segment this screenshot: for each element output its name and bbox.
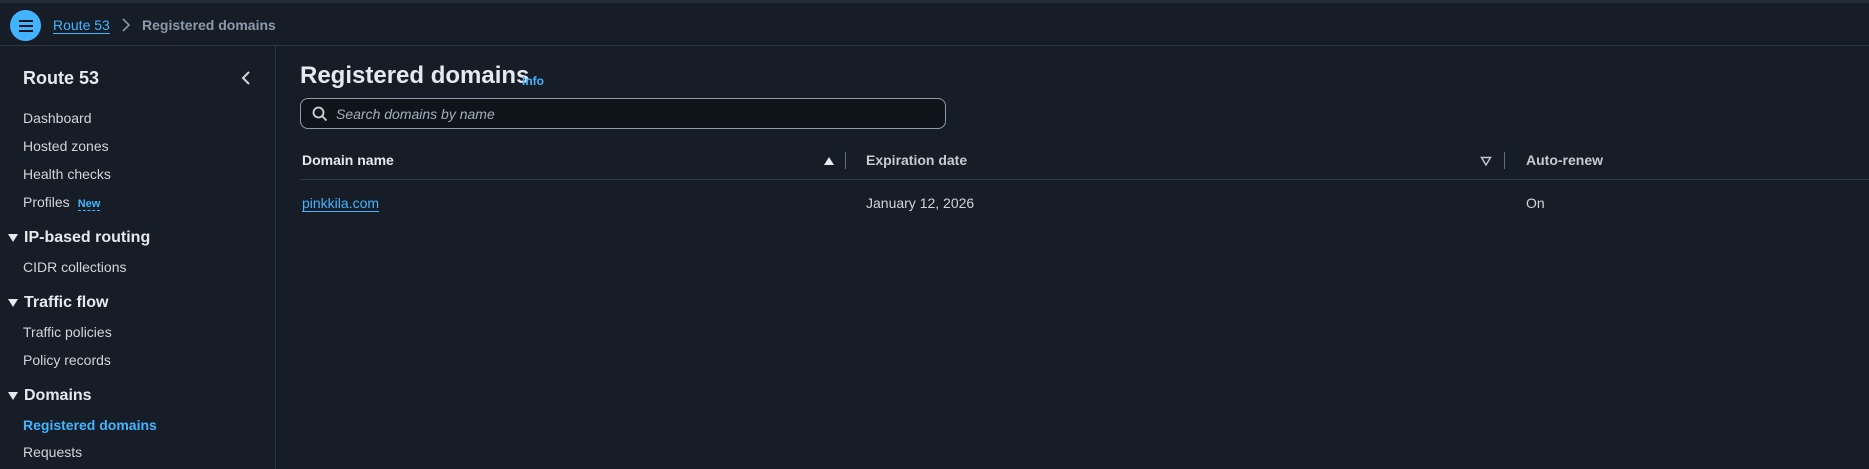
hamburger-menu-icon xyxy=(18,19,33,32)
expiration-date-cell: January 12, 2026 xyxy=(866,195,975,211)
sidebar-item-dashboard[interactable]: Dashboard xyxy=(23,110,92,126)
sidebar-title: Route 53 xyxy=(23,68,100,88)
menu-button[interactable] xyxy=(10,10,41,41)
sidebar-item-registered-domains[interactable]: Registered domains xyxy=(23,417,157,433)
caret-down-icon xyxy=(8,392,18,400)
section-label: Traffic flow xyxy=(24,294,109,311)
sidebar: Route 53 Dashboard Hosted zones Health c… xyxy=(0,46,276,469)
chevron-left-icon xyxy=(241,71,250,85)
sidebar-item-traffic-policies[interactable]: Traffic policies xyxy=(23,324,112,340)
column-header-domain-name[interactable]: Domain name xyxy=(302,152,394,168)
chevron-right-icon xyxy=(122,18,131,32)
new-badge: New xyxy=(77,198,101,211)
section-label: Domains xyxy=(24,387,92,404)
column-divider[interactable] xyxy=(845,152,846,169)
collapse-sidebar-button[interactable] xyxy=(236,66,256,90)
column-divider[interactable] xyxy=(1504,152,1505,169)
sidebar-item-hosted-zones[interactable]: Hosted zones xyxy=(23,138,109,154)
page-title: Registered domains xyxy=(300,62,530,89)
table-header-divider xyxy=(300,179,1869,180)
info-link[interactable]: Info xyxy=(522,74,544,88)
column-header-auto-renew[interactable]: Auto-renew xyxy=(1526,152,1603,168)
sort-descending-icon[interactable] xyxy=(1480,155,1492,167)
sidebar-item-requests[interactable]: Requests xyxy=(23,444,82,460)
domain-name-link[interactable]: pinkkila.com xyxy=(302,195,379,211)
breadcrumb-current: Registered domains xyxy=(142,17,276,33)
section-traffic-flow[interactable]: Traffic flow xyxy=(8,294,108,312)
top-navigation-bar: Route 53 Registered domains xyxy=(0,0,1869,46)
auto-renew-cell: On xyxy=(1526,195,1545,211)
section-label: IP-based routing xyxy=(24,229,151,246)
sidebar-item-profiles[interactable]: Profiles New xyxy=(23,194,101,211)
search-bar xyxy=(300,98,946,129)
sidebar-item-policy-records[interactable]: Policy records xyxy=(23,352,111,368)
sidebar-item-health-checks[interactable]: Health checks xyxy=(23,166,111,182)
caret-down-icon xyxy=(8,299,18,307)
sidebar-item-label: Profiles xyxy=(23,194,70,210)
section-ip-based-routing[interactable]: IP-based routing xyxy=(8,229,150,247)
sort-ascending-icon[interactable] xyxy=(823,155,835,167)
main-content: Registered domains Info Domain name Expi… xyxy=(277,46,1869,469)
section-domains[interactable]: Domains xyxy=(8,387,92,405)
sidebar-item-cidr-collections[interactable]: CIDR collections xyxy=(23,259,126,275)
column-header-expiration-date[interactable]: Expiration date xyxy=(866,152,967,168)
caret-down-icon xyxy=(8,234,18,242)
search-input[interactable] xyxy=(336,105,936,122)
search-icon xyxy=(312,106,328,121)
breadcrumb-route53-link[interactable]: Route 53 xyxy=(53,17,110,33)
